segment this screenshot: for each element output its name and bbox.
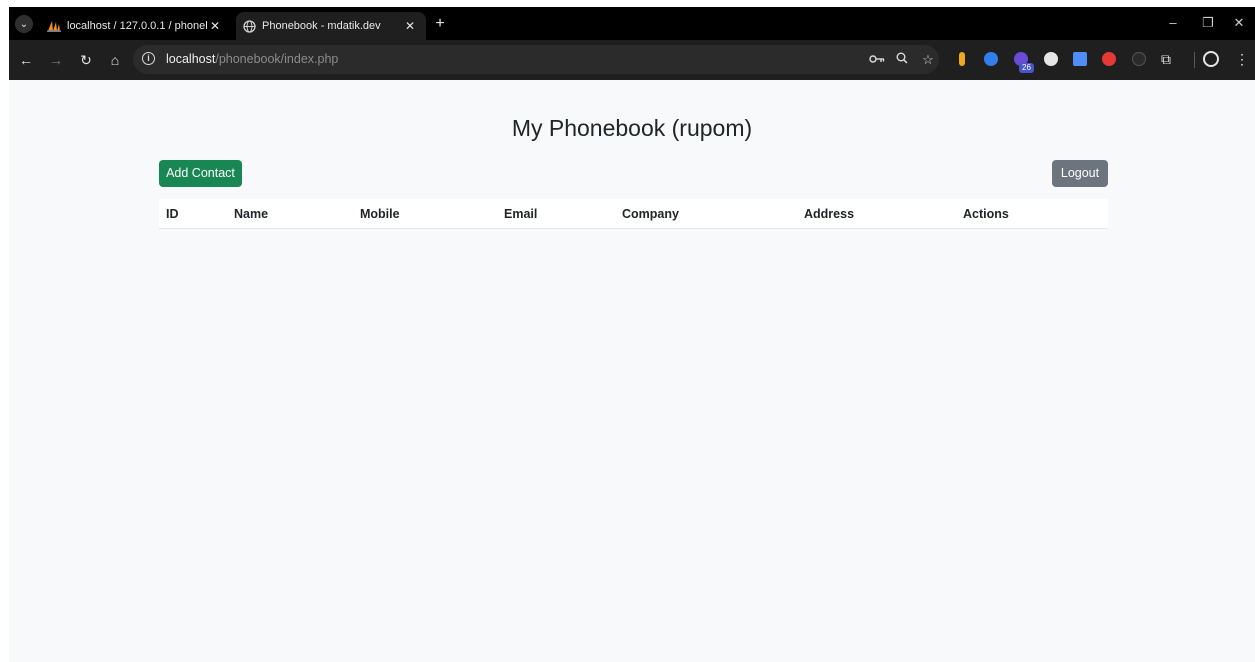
column-header-actions: Actions xyxy=(963,207,1009,221)
phpmyadmin-sail-icon xyxy=(47,19,61,33)
tab-close-icon[interactable]: ✕ xyxy=(402,19,418,33)
forward-arrow-icon[interactable]: → xyxy=(47,51,65,69)
extension-blue-check-icon[interactable] xyxy=(984,52,998,66)
contacts-table-header: ID Name Mobile Email Company Address Act… xyxy=(159,199,1108,229)
bookmark-star-icon[interactable]: ☆ xyxy=(920,52,936,68)
minimize-icon[interactable]: – xyxy=(1165,15,1181,30)
extension-red-shield-icon[interactable] xyxy=(1102,52,1116,66)
column-header-address: Address xyxy=(804,207,855,221)
globe-icon xyxy=(242,19,256,33)
tab-close-icon[interactable]: ✕ xyxy=(207,19,223,33)
column-header-id: ID xyxy=(166,207,179,221)
tab-title: localhost / 127.0.0.1 / phonebo xyxy=(67,20,207,32)
profile-avatar-icon[interactable] xyxy=(1203,51,1219,67)
column-header-mobile: Mobile xyxy=(360,207,400,221)
tab-search-chevron-icon[interactable]: ⌄ xyxy=(15,15,33,33)
address-url[interactable]: localhost/phonebook/index.php xyxy=(166,52,338,66)
url-path: /phonebook/index.php xyxy=(215,52,339,66)
extensions-puzzle-icon[interactable]: ⧉ xyxy=(1157,50,1175,68)
url-host: localhost xyxy=(166,52,216,66)
add-contact-button[interactable]: Add Contact xyxy=(159,160,242,187)
more-menu-icon[interactable]: ⋮ xyxy=(1233,50,1251,68)
new-tab-plus-icon[interactable]: + xyxy=(431,15,449,33)
zoom-icon[interactable] xyxy=(894,52,910,67)
address-bar[interactable]: i localhost/phonebook/index.php ☆ xyxy=(133,45,939,74)
column-header-email: Email xyxy=(504,207,538,221)
tab-title: Phonebook - mdatik.dev xyxy=(262,20,381,32)
logout-button[interactable]: Logout xyxy=(1052,160,1108,187)
translate-extension-icon[interactable] xyxy=(1073,52,1087,66)
column-header-name: Name xyxy=(234,207,269,221)
browser-window: ⌄ localhost / 127.0.0.1 / phonebo ✕ Phon… xyxy=(9,7,1255,662)
browser-toolbar: ← → ↻ ⌂ i localhost/phonebook/index.php … xyxy=(9,40,1255,80)
toolbar-divider xyxy=(1194,52,1195,68)
extension-orange-icon[interactable] xyxy=(959,52,965,66)
page-title: My Phonebook (rupom) xyxy=(511,115,753,141)
tab-strip: ⌄ localhost / 127.0.0.1 / phonebo ✕ Phon… xyxy=(9,7,1255,40)
window-close-icon[interactable]: ✕ xyxy=(1231,15,1247,31)
restore-icon[interactable]: ❐ xyxy=(1200,15,1216,31)
reload-icon[interactable]: ↻ xyxy=(77,51,95,69)
extension-badge-count: 26 xyxy=(1019,63,1034,73)
extension-grey-icon[interactable] xyxy=(1132,52,1146,66)
extension-circle-icon[interactable] xyxy=(1044,52,1058,66)
tab-phonebook[interactable]: Phonebook - mdatik.dev ✕ xyxy=(236,12,426,40)
tab-phpmyadmin[interactable]: localhost / 127.0.0.1 / phonebo ✕ xyxy=(41,12,231,40)
column-header-company: Company xyxy=(622,207,679,221)
back-arrow-icon[interactable]: ← xyxy=(17,51,35,69)
home-icon[interactable]: ⌂ xyxy=(106,51,124,69)
site-info-icon[interactable]: i xyxy=(142,52,155,65)
password-key-icon[interactable] xyxy=(869,52,885,67)
